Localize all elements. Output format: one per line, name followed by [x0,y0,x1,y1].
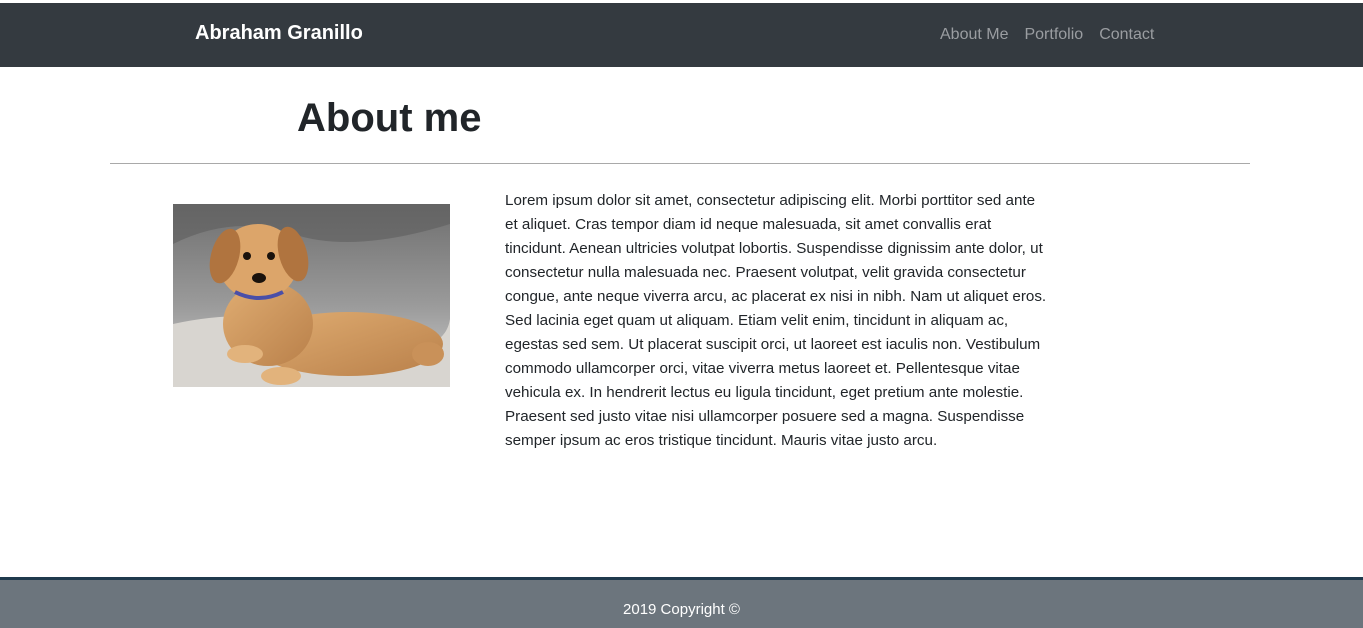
nav-link-about-me[interactable]: About Me [940,25,1008,45]
nav-links: About Me Portfolio Contact [940,25,1154,45]
puppy-photo [173,204,450,387]
navbar: Abraham Granillo About Me Portfolio Cont… [0,3,1363,67]
brand-link[interactable]: Abraham Granillo [195,21,363,45]
footer: 2019 Copyright © [0,577,1363,628]
nav-link-contact[interactable]: Contact [1099,25,1154,45]
copyright-text: 2019 Copyright © [623,601,740,618]
about-paragraph: Lorem ipsum dolor sit amet, consectetur … [505,192,1047,449]
page-title: About me [297,96,482,140]
title-divider [110,163,1250,164]
nav-link-portfolio[interactable]: Portfolio [1024,25,1083,45]
